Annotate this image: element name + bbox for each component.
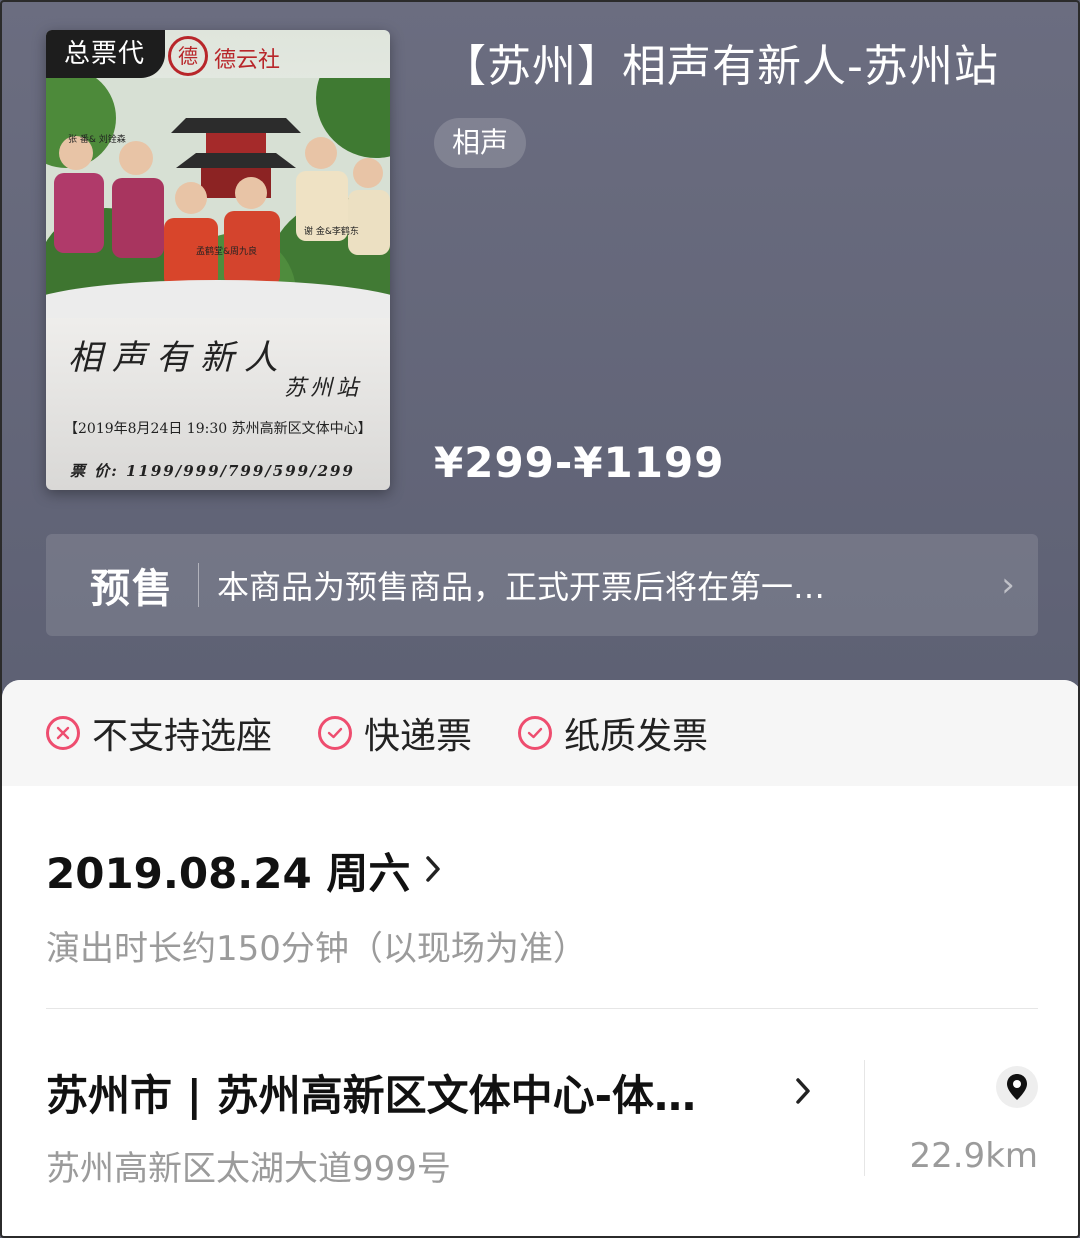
feature-label: 快递票	[364, 716, 473, 757]
poster-names-right: 谢 金&李鹤东	[304, 225, 359, 237]
poster-brand: 德云社	[214, 48, 281, 73]
event-title: 【苏州】相声有新人-苏州站	[442, 41, 999, 92]
brand-seal-logo: 德	[168, 36, 208, 76]
poster-info: 【2019年8月24日 19:30 苏州高新区文体中心】	[64, 421, 372, 437]
poster-calligraphy-station: 苏州站	[284, 376, 363, 401]
session-date-row[interactable]: 2019.08.24 周六 演出时长约150分钟（以现场为准）	[46, 840, 587, 970]
price-range: ¥299-¥1199	[434, 438, 725, 487]
poster-calligraphy-title: 相声有新人	[68, 338, 288, 378]
vertical-divider	[864, 1060, 865, 1176]
feature-label: 纸质发票	[564, 716, 709, 757]
venue-name: 苏州市 | 苏州高新区文体中心-体…	[46, 1071, 697, 1120]
feature-label: 不支持选座	[92, 716, 273, 757]
service-features: 不支持选座 快递票 纸质发票	[2, 680, 1078, 786]
divider	[46, 1008, 1038, 1009]
feature-express-ticket: 快递票	[318, 707, 472, 759]
feature-paper-invoice: 纸质发票	[518, 707, 708, 759]
session-duration: 演出时长约150分钟（以现场为准）	[46, 929, 587, 969]
check-circle-icon	[318, 716, 353, 750]
chevron-right-icon	[794, 1070, 812, 1116]
chevron-right-icon	[424, 848, 442, 894]
presale-label: 预售	[90, 566, 174, 612]
presale-notice[interactable]: 预售 本商品为预售商品，正式开票后将在第一… ›	[46, 534, 1038, 636]
poster-names-center: 孟鹤堂&周九良	[196, 245, 257, 257]
venue-distance: 22.9km	[909, 1136, 1038, 1176]
chevron-right-icon: ›	[1001, 565, 1015, 605]
event-detail-page: 张 番& 刘铨森 孟鹤堂&周九良 谢 金&李鹤东 总票代 德 德云社 相声有新人…	[0, 0, 1080, 1238]
feature-no-seat-selection: 不支持选座	[46, 707, 272, 759]
event-poster[interactable]: 张 番& 刘铨森 孟鹤堂&周九良 谢 金&李鹤东 总票代 德 德云社 相声有新人…	[46, 30, 390, 490]
location-pin-icon[interactable]	[996, 1066, 1038, 1108]
poster-scene-illustration: 张 番& 刘铨森 孟鹤堂&周九良 谢 金&李鹤东	[46, 78, 390, 318]
event-info-sheet: 不支持选座 快递票 纸质发票 2019.08.24 周六 演出时长约150分钟（…	[2, 680, 1078, 1236]
venue-row[interactable]: 苏州市 | 苏州高新区文体中心-体… 苏州高新区太湖大道999号	[46, 1062, 836, 1190]
x-circle-icon	[46, 716, 80, 750]
category-tag[interactable]: 相声	[434, 118, 527, 168]
poster-names-left: 张 番& 刘铨森	[68, 133, 126, 145]
check-circle-icon	[518, 716, 553, 750]
seller-badge: 总票代	[46, 30, 166, 78]
presale-text: 本商品为预售商品，正式开票后将在第一…	[217, 568, 826, 606]
poster-price-line: 票 价: 1199/999/799/599/299	[70, 462, 355, 480]
venue-address: 苏州高新区太湖大道999号	[46, 1149, 451, 1189]
session-date: 2019.08.24 周六	[46, 849, 411, 898]
